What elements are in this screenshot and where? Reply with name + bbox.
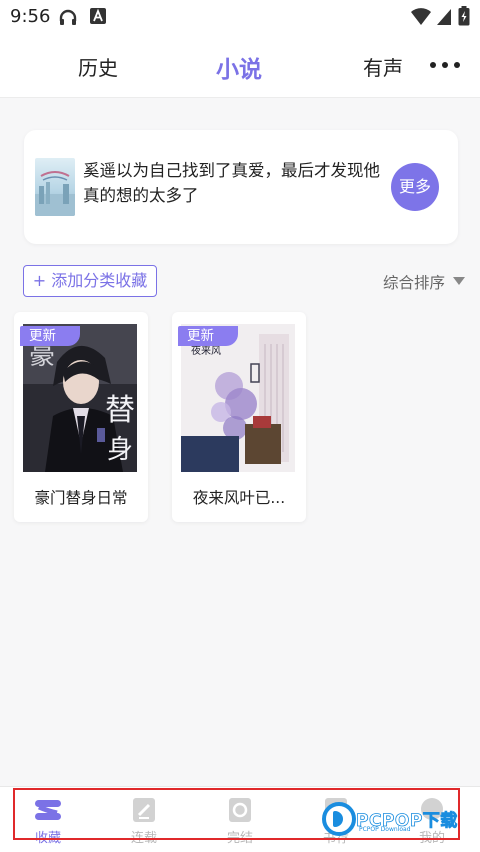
wifi-icon — [411, 8, 431, 25]
book-cover[interactable]: 夜来风 — [181, 324, 295, 472]
headphones-icon — [59, 9, 77, 25]
nav-item-completed[interactable]: 完结 — [210, 787, 270, 852]
tab-history[interactable]: 历史 — [78, 52, 118, 81]
book-title[interactable]: 豪门替身日常 — [14, 486, 148, 508]
watermark: PCPOP下载 PCPOP Download — [322, 800, 472, 840]
book-card[interactable]: 更新 夜来风 夜来风叶已... — [172, 312, 306, 522]
svg-text:身: 身 — [107, 435, 133, 465]
nav-label: 完结 — [226, 831, 253, 846]
serial-edit-icon — [133, 798, 155, 822]
book-cover[interactable]: 豪 替 身 — [23, 324, 137, 472]
svg-text:替: 替 — [105, 393, 135, 428]
nav-label: 连载 — [130, 831, 157, 846]
add-category-button[interactable]: + 添加分类收藏 — [23, 265, 157, 297]
notification-a-icon — [90, 8, 106, 24]
tab-audio[interactable]: 有声 — [363, 52, 403, 81]
completed-book-icon — [229, 798, 251, 822]
banner-book-cover — [35, 158, 75, 216]
signal-icon — [437, 9, 451, 25]
status-time: 9:56 — [10, 6, 51, 27]
banner-text: 奚遥以为自己找到了真爱，最后才发现他真的想的太多了 — [83, 161, 380, 205]
book-title[interactable]: 夜来风叶已... — [172, 486, 306, 508]
sort-dropdown[interactable]: 综合排序 — [383, 271, 445, 293]
tab-novel[interactable]: 小说 — [216, 50, 262, 84]
bookshelf-icon — [35, 800, 61, 820]
battery-icon — [458, 6, 470, 26]
update-badge: 更新 — [178, 326, 238, 346]
book-card[interactable]: 更新 豪 替 身 豪门替身日常 — [14, 312, 148, 522]
more-dots-icon[interactable] — [428, 62, 462, 70]
caret-down-icon[interactable] — [453, 277, 465, 285]
more-button[interactable]: 更多 — [391, 163, 439, 211]
watermark-logo-icon — [322, 802, 356, 836]
nav-item-favorites[interactable]: 收藏 — [18, 787, 78, 852]
nav-item-serial[interactable]: 连载 — [114, 787, 174, 852]
top-nav: 历史 小说 有声 — [0, 34, 480, 98]
recommend-banner[interactable]: 奚遥以为自己找到了真爱，最后才发现他真的想的太多了 更多 — [24, 130, 458, 244]
nav-label: 收藏 — [34, 831, 61, 846]
status-bar: 9:56 — [0, 0, 480, 34]
watermark-subtext: PCPOP Download — [359, 826, 411, 833]
update-badge: 更新 — [20, 326, 80, 346]
